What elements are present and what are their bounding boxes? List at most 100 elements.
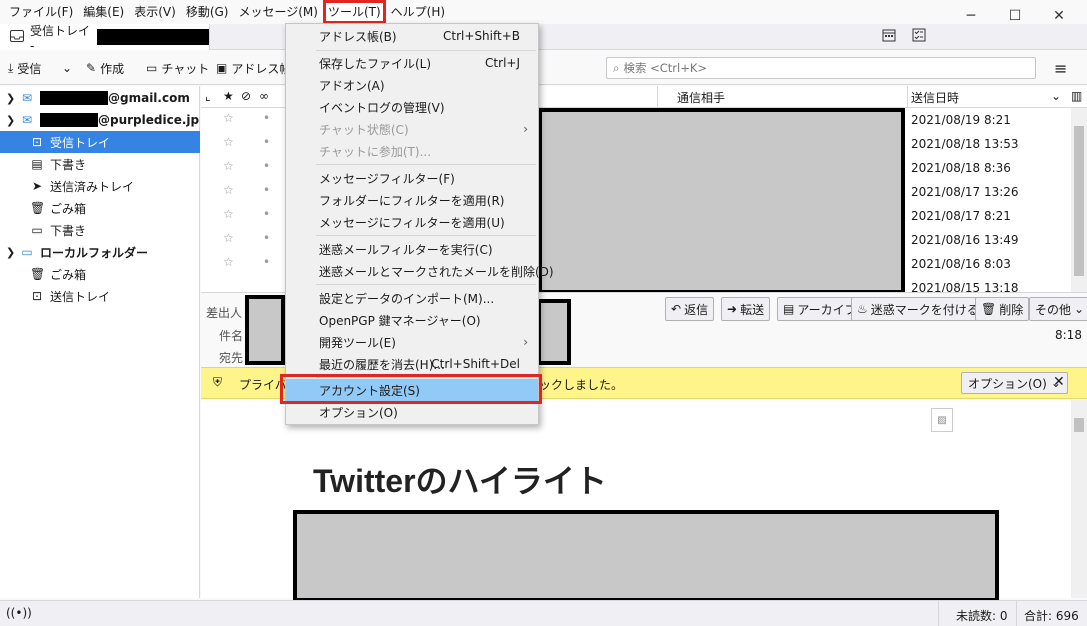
menu-item-dev-tools[interactable]: 開発ツール(E) › [286,331,538,353]
tab-label: 受信トレイ - [30,23,91,53]
star-icon[interactable]: ☆ [223,111,234,125]
attachment-column-icon[interactable]: ⊘ [241,89,251,103]
column-divider [907,86,908,108]
online-status-icon[interactable]: ((•)) [6,606,32,620]
chevron-right-icon: ❯ [6,91,16,105]
options-label: オプション(O) [968,376,1047,391]
folder-label: 送信トレイ [50,289,111,304]
star-icon[interactable]: ☆ [223,207,234,221]
app-menu-button[interactable]: ≡ [1054,57,1067,79]
fire-icon: ♨ [857,302,868,316]
menu-edit[interactable]: 編集(E) [78,0,129,24]
column-correspondent[interactable]: 通信相手 [677,89,725,106]
account-purpledice[interactable]: ❯ ✉ @purpledice.jp [0,109,200,131]
star-icon[interactable]: ☆ [223,231,234,245]
read-column-icon[interactable]: ∞ [259,89,269,103]
chat-button[interactable]: ▭ チャット [146,57,209,79]
get-mail-button[interactable]: ⤓ 受信 [8,57,41,79]
notification-options-button[interactable]: オプション(O) ⌄ [961,372,1068,394]
folder-local-trash[interactable]: 🗑 ごみ箱 [0,263,200,285]
menu-item-label: メッセージにフィルターを適用(U) [319,215,505,230]
menu-item-label: チャットに参加(T)... [319,144,432,159]
forward-button[interactable]: ➜ 転送 [721,297,771,321]
folder-label: 下書き [50,157,87,172]
star-icon[interactable]: ☆ [223,183,234,197]
menu-item-clear-history[interactable]: 最近の履歴を消去(H)... Ctrl+Shift+Del [286,353,538,375]
get-mail-dropdown[interactable]: ⌄ [62,57,72,79]
menu-separator [316,50,536,51]
folder-trash[interactable]: 🗑 ごみ箱 [0,197,200,219]
star-icon[interactable]: ☆ [223,255,234,269]
menu-item-addons[interactable]: アドオン(A) [286,74,538,96]
column-picker-icon[interactable]: ▥ [1071,89,1082,103]
search-input[interactable]: ⌕ 検索 <Ctrl+K> [606,57,1036,79]
menu-view[interactable]: 表示(V) [129,0,181,24]
address-book-button[interactable]: ▣ アドレス帳 [216,57,291,79]
folder-inbox[interactable]: ⊡ 受信トレイ [0,131,200,153]
folder-local-outbox[interactable]: ⊡ 送信トレイ [0,285,200,307]
junk-button[interactable]: ♨ 迷惑マークを付ける [851,297,985,321]
unread-dot-icon[interactable]: • [263,255,270,269]
menu-help[interactable]: ヘルプ(H) [386,0,450,24]
row-date: 2021/08/16 8:03 [911,257,1011,271]
unread-dot-icon[interactable]: • [263,183,270,197]
close-icon[interactable]: ✕ [1053,374,1065,390]
menu-item-event-log[interactable]: イベントログの管理(V) [286,96,538,118]
menu-item-label: イベントログの管理(V) [319,100,445,115]
scrollbar-thumb[interactable] [1074,126,1084,276]
thread-scrollbar[interactable] [1071,108,1087,292]
menu-item-options[interactable]: オプション(O) [286,401,538,423]
menu-item-run-filters-folder[interactable]: フォルダーにフィルターを適用(R) [286,189,538,211]
menu-item-label: 迷惑メールフィルターを実行(C) [319,242,493,257]
menu-item-address-book[interactable]: アドレス帳(B) Ctrl+Shift+B [286,25,538,47]
chevron-right-icon: › [523,122,528,136]
menu-separator [316,235,536,236]
menu-go[interactable]: 移動(G) [181,0,234,24]
delete-button[interactable]: 🗑 削除 [975,297,1030,321]
calendar-icon[interactable] [882,28,896,45]
menu-item-saved-files[interactable]: 保存したファイル(L) Ctrl+J [286,52,538,74]
unread-dot-icon[interactable]: • [263,207,270,221]
row-date: 2021/08/16 13:49 [911,233,1019,247]
message-body: ▨ Twitterのハイライト [201,400,1087,602]
menu-item-message-filters[interactable]: メッセージフィルター(F) [286,167,538,189]
star-icon[interactable]: ☆ [223,135,234,149]
account-local[interactable]: ❯ ▭ ローカルフォルダー [0,241,200,263]
star-column-icon[interactable]: ★ [223,89,234,103]
tab-inbox[interactable]: 受信トレイ - [0,23,210,53]
menu-item-import[interactable]: 設定とデータのインポート(M)... [286,287,538,309]
unread-dot-icon[interactable]: • [263,135,270,149]
menu-file[interactable]: ファイル(F) [4,0,78,24]
write-button[interactable]: ✎ 作成 [86,57,124,79]
more-button[interactable]: その他 ⌄ [1029,297,1087,321]
folder-drafts-2[interactable]: ▭ 下書き [0,219,200,241]
column-date[interactable]: 送信日時 [911,89,959,106]
menu-message[interactable]: メッセージ(M) [233,0,322,24]
menu-item-run-junk-filter[interactable]: 迷惑メールフィルターを実行(C) [286,238,538,260]
body-scrollbar[interactable] [1071,400,1087,598]
unread-dot-icon[interactable]: • [263,159,270,173]
menu-item-label: 開発ツール(E) [319,335,396,350]
reply-button[interactable]: ↶ 返信 [665,297,715,321]
row-date: 2021/08/19 8:21 [911,113,1011,127]
unread-dot-icon[interactable]: • [263,231,270,245]
folder-drafts[interactable]: ▤ 下書き [0,153,200,175]
scrollbar-thumb[interactable] [1074,418,1084,432]
archive-button[interactable]: ▤ アーカイブ [777,297,863,321]
menu-tools[interactable]: ツール(T) [322,0,386,24]
redacted-message-content [293,510,999,602]
menu-item-openpgp[interactable]: OpenPGP 鍵マネージャー(O) [286,309,538,331]
menu-item-run-filters-message[interactable]: メッセージにフィルターを適用(U) [286,211,538,233]
star-icon[interactable]: ☆ [223,159,234,173]
account-gmail[interactable]: ❯ ✉ @gmail.com [0,87,200,109]
menu-item-delete-junk[interactable]: 迷惑メールとマークされたメールを削除(D) [286,260,554,282]
folder-sent[interactable]: ➤ 送信済みトレイ [0,175,200,197]
menu-item-shortcut: Ctrl+Shift+B [443,29,520,43]
broken-image-icon: ▨ [931,408,953,432]
tasks-icon[interactable] [912,28,926,45]
unread-dot-icon[interactable]: • [263,111,270,125]
thread-column-icon[interactable]: ⌞ [205,89,211,103]
chevron-down-icon: ❯ [6,113,16,127]
folder-icon: ▭ [31,223,43,237]
row-date: 2021/08/17 8:21 [911,209,1011,223]
